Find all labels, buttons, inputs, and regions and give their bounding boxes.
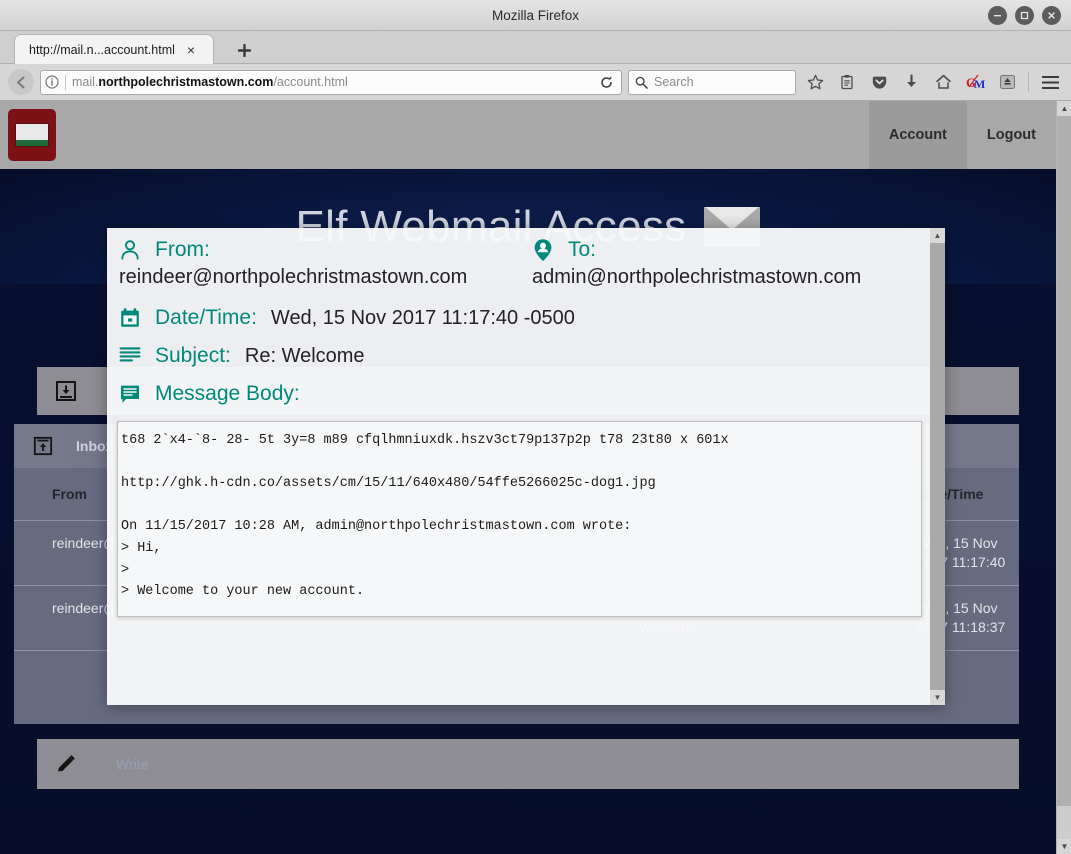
chat-bubble-icon (119, 383, 141, 405)
from-to-value-row: reindeer@northpolechristmastown.com admi… (107, 266, 930, 299)
inbox-open-icon[interactable] (14, 424, 71, 468)
modal-scroll-thumb[interactable] (930, 243, 945, 690)
gm-addon-icon[interactable]: GM (962, 69, 988, 95)
window-title: Mozilla Firefox (491, 8, 580, 23)
datetime-value: Wed, 15 Nov 2017 11:17:40 -0500 (270, 306, 575, 329)
message-body-row: Message Body: (107, 375, 930, 413)
search-icon (635, 76, 648, 89)
tab-strip: http://mail.n...account.html × (0, 31, 1071, 64)
to-label: To: (568, 238, 597, 261)
datetime-row: Date/Time: Wed, 15 Nov 2017 11:17:40 -05… (107, 299, 930, 337)
url-divider (65, 74, 66, 90)
write-label: Write (116, 756, 149, 772)
scroll-thumb[interactable] (1057, 116, 1071, 806)
site-nav-links: Account Logout (868, 101, 1056, 169)
modal-content: From: To: reindeer@northpolechristmastow… (107, 228, 930, 705)
datetime-label: Date/Time: (155, 306, 257, 329)
search-box[interactable]: Search (628, 69, 796, 95)
close-icon[interactable] (1042, 6, 1061, 25)
reader-list-icon[interactable] (834, 69, 860, 95)
url-host: northpolechristmastown.com (98, 75, 274, 89)
person-filled-pin-icon (532, 238, 554, 262)
mail-envelope-logo[interactable] (8, 109, 56, 161)
scroll-down-arrow[interactable]: ▼ (1057, 839, 1071, 854)
downloads-icon[interactable] (898, 69, 924, 95)
lines-icon (119, 346, 141, 366)
window-controls (988, 6, 1061, 25)
nav-item-logout[interactable]: Logout (967, 101, 1056, 169)
from-value: reindeer@northpolechristmastown.com (119, 266, 468, 288)
logo-envelope-shape (15, 123, 49, 147)
site-info-icon[interactable] (45, 75, 59, 89)
to-value-wrap: admin@northpolechristmastown.com (532, 266, 942, 289)
firefox-window: Mozilla Firefox http://mail.n...account.… (0, 0, 1071, 854)
reload-icon[interactable] (595, 71, 617, 93)
pencil-icon[interactable] (37, 739, 94, 789)
window-titlebar: Mozilla Firefox (0, 0, 1071, 31)
page-scrollbar[interactable]: ▲ ▼ (1056, 101, 1071, 854)
sync-icon[interactable] (994, 69, 1020, 95)
subject-label: Subject: (155, 344, 231, 367)
tab-close-icon[interactable]: × (185, 43, 197, 57)
search-placeholder: Search (654, 75, 694, 89)
from-field-header: From: (107, 228, 520, 266)
calendar-icon (119, 307, 141, 329)
site-navbar: Account Logout (0, 101, 1056, 169)
toolbar-divider (1028, 72, 1029, 92)
modal-scroll-up-arrow[interactable]: ▲ (930, 228, 945, 243)
message-body-text[interactable]: t68 2`x4-`8- 28- 5t 3y=8 m89 cfqlhmniuxd… (117, 421, 922, 617)
bookmark-star-icon[interactable] (802, 69, 828, 95)
subject-row: Subject: Re: Welcome (107, 337, 930, 375)
url-text: mail.northpolechristmastown.com/account.… (72, 75, 589, 89)
navigation-toolbar: mail.northpolechristmastown.com/account.… (0, 64, 1071, 101)
browser-tab[interactable]: http://mail.n...account.html × (14, 34, 214, 64)
from-label: From: (155, 238, 210, 261)
subject-value: Re: Welcome (244, 344, 365, 367)
modal-scrollbar[interactable]: ▲ ▼ (930, 228, 945, 705)
url-bar[interactable]: mail.northpolechristmastown.com/account.… (40, 69, 622, 95)
url-prefix: mail. (72, 75, 99, 89)
nav-item-account[interactable]: Account (868, 101, 967, 169)
pocket-icon[interactable] (866, 69, 892, 95)
write-toolbar: Write (37, 739, 1019, 789)
maximize-icon[interactable] (1015, 6, 1034, 25)
email-detail-modal: From: To: reindeer@northpolechristmastow… (107, 228, 945, 705)
page-viewport: Account Logout Elf Webmail Access Inbox … (0, 101, 1071, 854)
scroll-up-arrow[interactable]: ▲ (1057, 101, 1071, 116)
to-value: admin@northpolechristmastown.com (532, 266, 862, 288)
from-value-wrap: reindeer@northpolechristmastown.com (119, 266, 532, 289)
hamburger-menu-icon[interactable] (1037, 69, 1063, 95)
download-box-icon[interactable] (37, 367, 94, 415)
minimize-icon[interactable] (988, 6, 1007, 25)
tab-label: http://mail.n...account.html (29, 42, 175, 57)
message-body-label: Message Body: (155, 382, 300, 405)
back-button[interactable] (8, 69, 34, 95)
modal-scroll-down-arrow[interactable]: ▼ (930, 690, 945, 705)
from-to-header-row: From: To: (107, 228, 930, 266)
new-tab-icon[interactable] (234, 40, 254, 60)
home-icon[interactable] (930, 69, 956, 95)
url-path: /account.html (273, 75, 348, 89)
to-field-header: To: (520, 228, 930, 266)
person-outline-icon (119, 239, 141, 261)
